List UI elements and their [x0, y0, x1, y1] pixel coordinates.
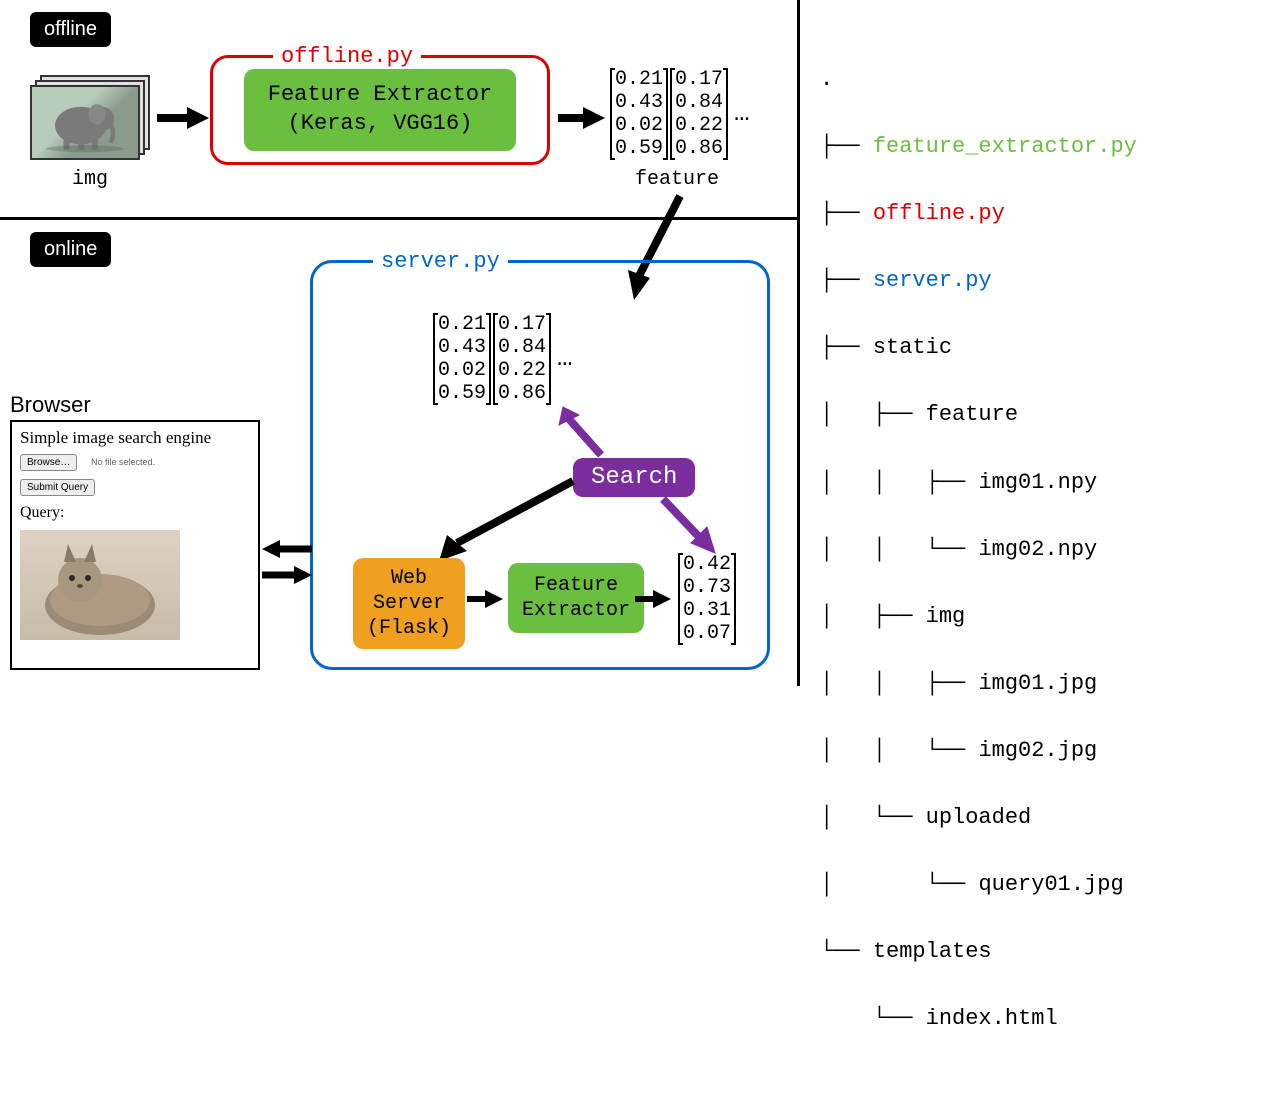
diagram-left-panel: offline [0, 0, 800, 686]
feature-vectors-online: 0.21 0.43 0.02 0.59 0.17 0.84 0.22 0.86 … [433, 313, 573, 405]
tree-item: │ │ └── img02.jpg [820, 734, 1256, 768]
query-feature-vector: 0.42 0.73 0.31 0.07 [678, 553, 736, 645]
img-label: img [30, 168, 150, 191]
server-py-box: server.py 0.21 0.43 0.02 0.59 0.17 0.84 … [310, 260, 770, 670]
tree-item: └── index.html [820, 1002, 1256, 1036]
tree-item: │ └── uploaded [820, 801, 1256, 835]
online-badge: online [30, 232, 111, 267]
online-section: online server.py 0.21 0.43 0.02 0 [0, 220, 797, 686]
server-py-label: server.py [373, 249, 508, 274]
tree-item: └── templates [820, 935, 1256, 969]
offline-section: offline [0, 0, 797, 220]
tree-item: ├── static [820, 331, 1256, 365]
arrow-icon [553, 403, 613, 463]
feature-vectors-offline: 0.21 0.43 0.02 0.59 0.17 0.84 0.22 0.86 … [610, 68, 750, 160]
submit-query-button[interactable]: Submit Query [20, 479, 95, 496]
file-tree: . ├── feature_extractor.py ├── offline.p… [800, 0, 1276, 686]
input-images: img [30, 75, 150, 191]
tree-item: │ └── query01.jpg [820, 868, 1256, 902]
arrow-icon [155, 105, 210, 131]
tree-item: ├── offline.py [820, 197, 1256, 231]
arrow-icon [260, 564, 315, 586]
feature-extractor-box: Feature Extractor (Keras, VGG16) [244, 69, 516, 150]
feature-extractor-small: Feature Extractor [508, 563, 644, 633]
tree-item: │ │ ├── img01.jpg [820, 667, 1256, 701]
feature-label: feature [635, 168, 719, 191]
arrow-icon [633, 588, 673, 610]
browse-button[interactable]: Browse… [20, 454, 77, 471]
tree-item: │ ├── img [820, 600, 1256, 634]
cat-icon [20, 530, 180, 640]
query-image [20, 530, 180, 640]
tree-item: │ │ ├── img01.npy [820, 466, 1256, 500]
tree-item: ├── feature_extractor.py [820, 130, 1256, 164]
offline-badge: offline [30, 12, 111, 47]
no-file-text: No file selected. [91, 457, 155, 467]
tree-item: ├── server.py [820, 264, 1256, 298]
arrow-icon [465, 588, 505, 610]
tree-item: │ │ └── img02.npy [820, 533, 1256, 567]
offline-py-box: offline.py Feature Extractor (Keras, VGG… [210, 55, 550, 165]
arrow-icon [260, 538, 315, 560]
tree-root: . [820, 63, 1256, 97]
offline-py-label: offline.py [273, 44, 421, 69]
tree-item: │ ├── feature [820, 398, 1256, 432]
browser-heading: Browser [10, 392, 91, 418]
webserver-box: Web Server (Flask) [353, 558, 465, 649]
browser-title: Simple image search engine [12, 422, 258, 450]
arrow-icon [653, 491, 723, 561]
arrow-icon [556, 105, 606, 131]
browser-mockup: Simple image search engine Browse… No fi… [10, 420, 260, 670]
query-label: Query: [12, 500, 258, 526]
elephant-icon [40, 93, 130, 153]
arrow-icon [433, 473, 583, 563]
